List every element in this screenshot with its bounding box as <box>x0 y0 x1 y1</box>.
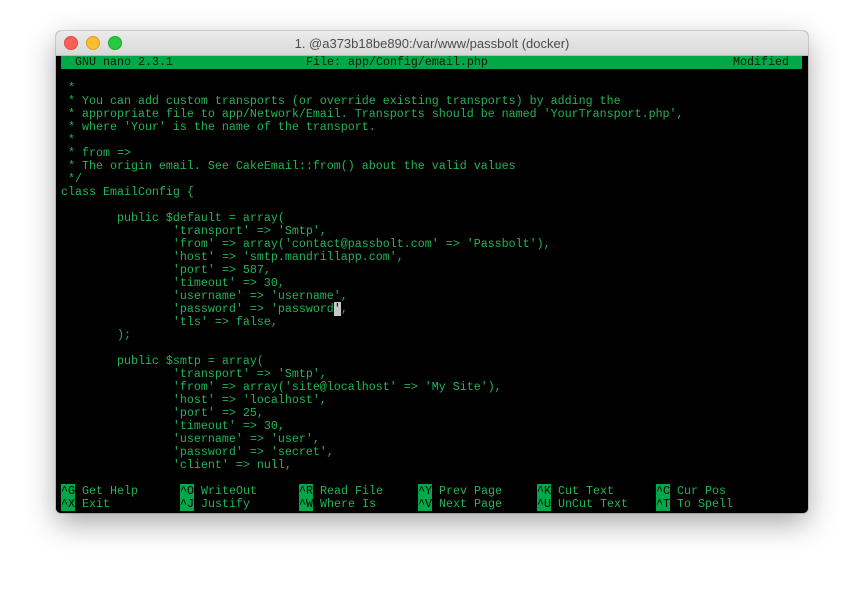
shortcut-key: ^Y <box>418 484 432 498</box>
code-text: , <box>340 302 348 316</box>
code-line: 'tls' => false, <box>61 315 278 329</box>
shortcut-uncut-text: ^U UnCut Text <box>537 497 656 511</box>
shortcut-key: ^T <box>656 497 670 511</box>
shortcut-label: Cur Pos <box>677 484 726 498</box>
nano-version: GNU nano 2.3.1 <box>75 55 173 69</box>
shortcut-key: ^J <box>180 497 194 511</box>
shortcut-bar: ^G Get Help ^O WriteOut ^R Read File ^Y Pre… <box>61 484 775 511</box>
shortcut-label: WriteOut <box>201 484 257 498</box>
code-text: 'password' => 'password <box>61 302 334 316</box>
shortcut-to-spell: ^T To Spell <box>656 497 775 511</box>
shortcut-key: ^C <box>656 484 670 498</box>
nano-header-bar: GNU nano 2.3.1 File: app/Config/email.php… <box>61 56 802 69</box>
terminal[interactable]: GNU nano 2.3.1 File: app/Config/email.php… <box>56 56 808 513</box>
window-title: 1. @a373b18be890:/var/www/passbolt (dock… <box>294 36 570 51</box>
shortcut-justify: ^J Justify <box>180 497 299 511</box>
shortcut-key: ^K <box>537 484 551 498</box>
code-line: * <box>61 133 75 147</box>
editor-buffer[interactable]: * * You can add custom transports (or ov… <box>61 69 808 485</box>
code-line: 'client' => null, <box>61 458 292 472</box>
shortcut-key: ^O <box>180 484 194 498</box>
shortcut-label: To Spell <box>677 497 733 511</box>
shortcut-key: ^X <box>61 497 75 511</box>
shortcut-key: ^R <box>299 484 313 498</box>
shortcut-label: Read File <box>320 484 383 498</box>
shortcut-label: Get Help <box>82 484 138 498</box>
shortcut-key: ^W <box>299 497 313 511</box>
shortcut-label: UnCut Text <box>558 497 628 511</box>
shortcut-key: ^V <box>418 497 432 511</box>
terminal-window: 1. @a373b18be890:/var/www/passbolt (dock… <box>56 31 808 513</box>
shortcut-label: Cut Text <box>558 484 614 498</box>
code-line: * The origin email. See CakeEmail::from(… <box>61 159 516 173</box>
modified-status: Modified <box>733 55 789 69</box>
text-cursor: ' <box>333 302 341 316</box>
code-line: * where 'Your' is the name of the transp… <box>61 120 376 134</box>
shortcut-where-is: ^W Where Is <box>299 497 418 511</box>
shortcut-key: ^U <box>537 497 551 511</box>
shortcut-next-page: ^V Next Page <box>418 497 537 511</box>
title-bar: 1. @a373b18be890:/var/www/passbolt (dock… <box>56 31 808 56</box>
shortcut-key: ^G <box>61 484 75 498</box>
shortcut-label: Where Is <box>320 497 376 511</box>
shortcut-label: Justify <box>201 497 250 511</box>
code-line: ); <box>61 328 131 342</box>
code-line: class EmailConfig { <box>61 185 194 199</box>
shortcut-label: Prev Page <box>439 484 502 498</box>
file-name: File: app/Config/email.php <box>306 55 488 69</box>
shortcut-label: Exit <box>82 497 110 511</box>
shortcut-exit: ^X Exit <box>61 497 180 511</box>
shortcut-label: Next Page <box>439 497 502 511</box>
